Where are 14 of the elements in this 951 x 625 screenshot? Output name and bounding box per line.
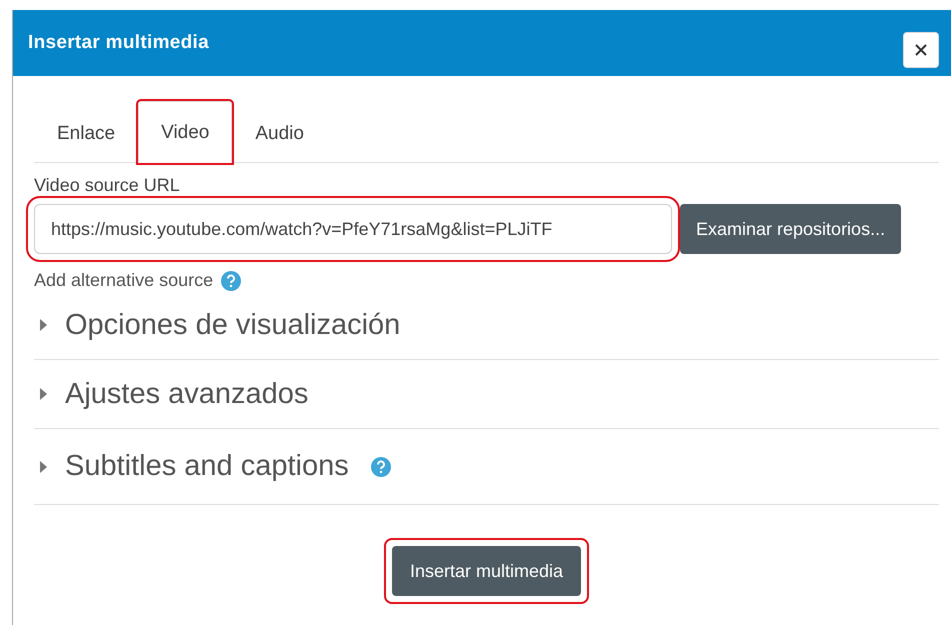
tab[interactable]: Video	[138, 101, 232, 163]
close-icon	[914, 43, 928, 57]
section-toggle[interactable]: Opciones de visualización	[65, 308, 400, 342]
field-label: Video source URL	[34, 175, 181, 196]
help-icon	[221, 270, 242, 290]
add-source-link[interactable]: Add alternative source	[34, 270, 214, 291]
tab[interactable]: Audio	[232, 102, 327, 163]
browse-button[interactable]: Examinar repositorios...	[680, 204, 902, 254]
insert-button[interactable]: Insertar multimedia	[392, 546, 582, 596]
dialog-title: Insertar multimedia	[28, 32, 209, 54]
close-button[interactable]	[903, 32, 939, 68]
section-toggle[interactable]: Ajustes avanzados	[65, 378, 308, 410]
tab[interactable]: Enlace	[34, 102, 138, 163]
section-toggle[interactable]: Subtitles and captions	[65, 450, 349, 483]
